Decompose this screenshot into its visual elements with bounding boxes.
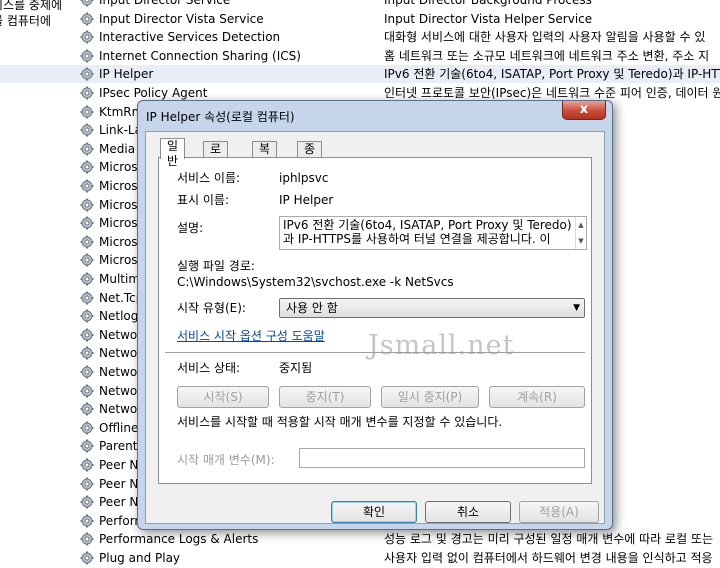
gear-icon bbox=[80, 142, 94, 156]
service-name: Networ bbox=[99, 365, 143, 379]
gear-icon bbox=[80, 514, 94, 528]
gear-icon bbox=[80, 532, 94, 546]
start-button[interactable]: 시작(S) bbox=[177, 386, 269, 408]
service-row[interactable]: IP Helper IPv6 전환 기술(6to4, ISATAP, Port P… bbox=[0, 65, 720, 84]
service-name: Link-La bbox=[99, 123, 142, 138]
gear-icon bbox=[80, 551, 94, 565]
apply-button[interactable]: 적용(A) bbox=[519, 501, 599, 523]
gear-icon bbox=[80, 198, 94, 212]
startup-help-link[interactable]: 서비스 시작 옵션 구성 도움말 bbox=[177, 328, 325, 344]
service-name: IP Helper bbox=[99, 67, 154, 82]
service-description: Input Director Vista Helper Service bbox=[384, 11, 593, 26]
tab-logon[interactable]: 로그온 bbox=[203, 141, 229, 186]
stop-button[interactable]: 중지(T) bbox=[279, 386, 371, 408]
status-value: 중지됨 bbox=[279, 361, 313, 375]
service-row[interactable]: Performance Logs & Alerts 성능 로그 및 경고는 미리 … bbox=[0, 530, 720, 548]
display-name-label: 표시 이름: bbox=[177, 193, 230, 207]
watermark: Jsmall.net bbox=[368, 330, 515, 361]
service-name: Input Director Vista Service bbox=[99, 11, 264, 26]
gear-icon bbox=[80, 123, 94, 137]
service-name: IPsec Policy Agent bbox=[99, 86, 208, 100]
start-params-input[interactable] bbox=[299, 448, 585, 468]
gear-icon bbox=[80, 309, 94, 323]
service-name: Interactive Services Detection bbox=[99, 30, 281, 45]
gear-icon bbox=[80, 365, 94, 379]
gear-icon bbox=[80, 235, 94, 249]
general-page: 서비스 이름: iphlpsvc 표시 이름: IP Helper 설명: IP… bbox=[158, 157, 592, 484]
gear-icon bbox=[80, 402, 94, 416]
service-description: Input Director Background Process bbox=[384, 0, 592, 7]
gear-icon bbox=[80, 49, 94, 63]
dialog-body: 일반 로그온 복구 종속성 서비스 이름: iphlpsvc 표시 이름: IP… bbox=[145, 131, 605, 524]
properties-dialog: IP Helper 속성(로컬 컴퓨터) x 일반 로그온 복구 종속성 서비스… bbox=[137, 100, 613, 530]
gear-icon bbox=[80, 160, 94, 174]
description-label: 설명: bbox=[177, 221, 204, 235]
service-description: 대화형 서비스에 대한 사용자 입력의 사용자 알림을 사용할 수 있 bbox=[384, 30, 706, 45]
service-description: 홈 네트워크 또는 소규모 네트워크에 네트워크 주소 변환, 주소 지 bbox=[384, 48, 710, 63]
description-text: IPv6 전환 기술(6to4, ISATAP, Port Proxy 및 Te… bbox=[283, 218, 572, 246]
display-name-value: IP Helper bbox=[279, 193, 334, 207]
gear-icon bbox=[80, 477, 94, 491]
service-name: Multim bbox=[99, 272, 141, 286]
exec-path-value: C:\Windows\System32\svchost.exe -k NetSv… bbox=[177, 275, 454, 289]
service-name-label: 서비스 이름: bbox=[177, 171, 241, 185]
gear-icon bbox=[80, 439, 94, 453]
gear-icon bbox=[80, 458, 94, 472]
service-row[interactable]: Interactive Services Detection 대화형 서비스에 대… bbox=[0, 28, 720, 46]
service-name: Offline bbox=[99, 420, 139, 435]
service-name: Networ bbox=[99, 346, 143, 361]
startup-type-label: 시작 유형(E): bbox=[177, 301, 246, 315]
tab-general[interactable]: 일반 bbox=[160, 138, 186, 168]
tab-recovery[interactable]: 복구 bbox=[252, 141, 278, 171]
service-name: Networ bbox=[99, 383, 143, 398]
service-name: Networ bbox=[99, 402, 143, 417]
dialog-title: IP Helper 속성(로컬 컴퓨터) bbox=[146, 110, 295, 124]
service-description: IPv6 전환 기술(6to4, ISATAP, Port Proxy 및 Te… bbox=[384, 67, 720, 82]
exec-path-label: 실행 파일 경로: bbox=[177, 259, 255, 273]
status-label: 서비스 상태: bbox=[177, 361, 241, 375]
service-name: Internet Connection Sharing (ICS) bbox=[99, 48, 301, 63]
startup-type-select[interactable]: 사용 안 함 ▼ bbox=[279, 298, 585, 318]
service-name: Plug and Play bbox=[99, 551, 181, 565]
resume-button[interactable]: 계속(R) bbox=[489, 386, 585, 408]
chevron-down-icon: ▼ bbox=[573, 303, 580, 313]
gear-icon bbox=[80, 30, 94, 44]
params-label: 시작 매개 변수(M): bbox=[177, 453, 275, 467]
close-button[interactable]: x bbox=[562, 101, 606, 120]
gear-icon bbox=[80, 216, 94, 230]
gear-icon bbox=[80, 105, 94, 119]
service-description: 성능 로그 및 경고는 미리 구성된 일정 매개 변수에 따라 로컬 또는 bbox=[384, 532, 714, 547]
gear-icon bbox=[80, 291, 94, 305]
description-box[interactable]: IPv6 전환 기술(6to4, ISATAP, Port Proxy 및 Te… bbox=[279, 216, 587, 250]
ok-button[interactable]: 확인 bbox=[331, 501, 417, 523]
pause-button[interactable]: 일시 중지(P) bbox=[381, 386, 479, 408]
service-name: Networ bbox=[99, 327, 143, 342]
params-note: 서비스를 시작할 때 적용할 시작 매개 변수를 지정할 수 있습니다. bbox=[177, 415, 503, 429]
gear-icon bbox=[80, 328, 94, 342]
service-name-value: iphlpsvc bbox=[279, 171, 329, 185]
gear-icon bbox=[80, 346, 94, 360]
gear-icon bbox=[80, 384, 94, 398]
scroll-arrows-icon[interactable]: ▲ ▼ bbox=[575, 217, 586, 249]
gear-icon bbox=[80, 67, 94, 81]
gear-icon bbox=[80, 86, 94, 100]
service-row[interactable]: Input Director Service Input Director Bac… bbox=[0, 0, 720, 9]
gear-icon bbox=[80, 179, 94, 193]
service-name: Input Director Service bbox=[99, 0, 231, 7]
service-row[interactable]: Input Director Vista Service Input Direct… bbox=[0, 10, 720, 28]
cancel-button[interactable]: 취소 bbox=[425, 501, 511, 523]
service-row[interactable]: Plug and Play 사용자 입력 없이 컴퓨터에서 하드웨어 변경 내용을… bbox=[0, 549, 720, 567]
gear-icon bbox=[80, 421, 94, 435]
gear-icon bbox=[80, 0, 94, 7]
gear-icon bbox=[80, 272, 94, 286]
tab-dependencies[interactable]: 종속성 bbox=[297, 141, 323, 186]
service-description: 사용자 입력 없이 컴퓨터에서 하드웨어 변경 내용을 인식하고 적응 bbox=[384, 551, 713, 565]
service-name: Performance Logs & Alerts bbox=[99, 532, 259, 547]
gear-icon bbox=[80, 253, 94, 267]
startup-type-value: 사용 안 함 bbox=[286, 301, 338, 315]
gear-icon bbox=[80, 12, 94, 26]
service-description: 인터넷 프로토콜 보안(IPsec)은 네트워크 수준 피어 인증, 데이터 원 bbox=[384, 86, 720, 100]
gear-icon bbox=[80, 495, 94, 509]
service-row[interactable]: Internet Connection Sharing (ICS) 홈 네트워크 … bbox=[0, 47, 720, 65]
